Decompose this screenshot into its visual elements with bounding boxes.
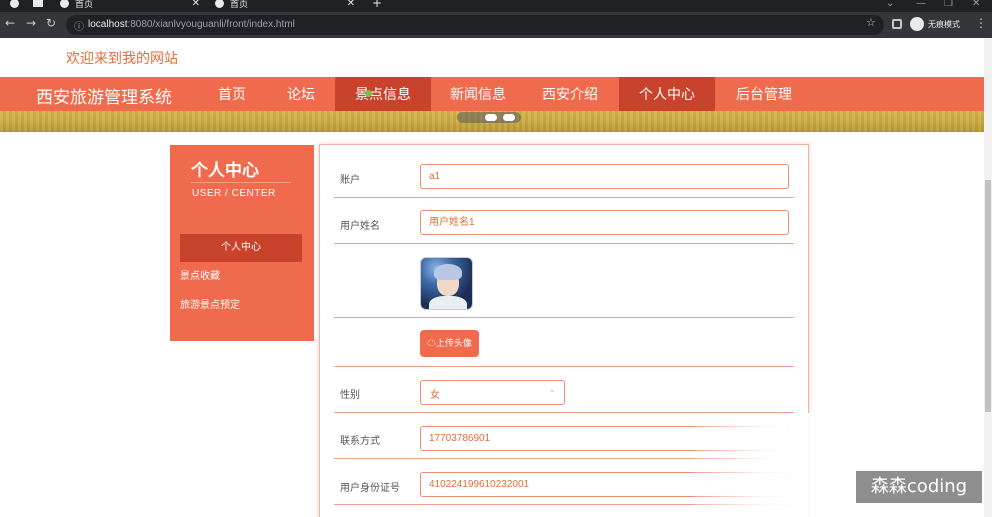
nav-attractions[interactable]: 景点信息 (335, 77, 431, 111)
main-nav: 西安旅游管理系统 首页 论坛 景点信息 新闻信息 西安介绍 个人中心 后台管理 (0, 77, 984, 111)
forward-icon[interactable]: → (26, 16, 36, 30)
info-icon[interactable]: ⓘ (74, 18, 84, 33)
address-bar: ← → ↻ ⓘ localhost:8080/xianlvyouguanli/f… (0, 12, 992, 38)
site-brand[interactable]: 西安旅游管理系统 (36, 83, 172, 108)
incognito-icon (910, 17, 924, 31)
tab-title: 首页 (75, 0, 94, 10)
page-icon (33, 0, 43, 7)
maximize-icon[interactable]: ❐ (944, 0, 953, 9)
scrollbar-thumb[interactable] (985, 180, 991, 412)
chevron-down-icon[interactable]: ⌄ (886, 0, 894, 9)
gender-label: 性别 (340, 390, 360, 401)
sidebar-item-booking[interactable]: 旅游景点预定 (170, 292, 292, 320)
account-input[interactable]: a1 (420, 164, 789, 189)
sidebar-item-personal-center[interactable]: 个人中心 (180, 234, 302, 262)
avatar-image (420, 257, 473, 310)
close-tab-icon[interactable]: ✕ (192, 0, 200, 9)
browser-tab[interactable]: 首页 ✕ (60, 0, 200, 12)
user-center-sidebar: 个人中心 USER / CENTER 个人中心 景点收藏 旅游景点预定 (170, 145, 314, 341)
gender-value: 女 (430, 390, 440, 401)
account-label: 账户 (340, 175, 360, 186)
reload-icon[interactable]: ↻ (46, 16, 56, 30)
minimize-icon[interactable]: — (916, 0, 926, 9)
bookmark-star-icon[interactable]: ☆ (866, 16, 876, 29)
sidebar-divider (191, 182, 291, 183)
welcome-text: 欢迎来到我的网站 (66, 50, 178, 66)
nav-admin[interactable]: 后台管理 (726, 77, 802, 111)
row-divider (334, 197, 794, 198)
row-divider (334, 317, 794, 318)
nav-xian-intro[interactable]: 西安介绍 (532, 77, 608, 111)
browser-tab[interactable] (33, 0, 43, 12)
globe-icon (60, 0, 69, 8)
incognito-label: 无痕模式 (928, 19, 960, 29)
side-panel-icon[interactable] (892, 19, 902, 29)
sidebar-item-favorites[interactable]: 景点收藏 (170, 263, 292, 291)
url-text: localhost:8080/xianlvyouguanli/front/ind… (88, 19, 295, 30)
browser-tab-active[interactable]: 首页 ✕ (215, 0, 355, 12)
plus-icon: + (372, 0, 383, 10)
globe-icon (215, 0, 224, 8)
close-tab-icon[interactable]: ✕ (347, 0, 355, 9)
nav-forum[interactable]: 论坛 (277, 77, 325, 111)
name-label: 用户姓名 (340, 221, 380, 232)
browser-tab[interactable] (10, 0, 25, 12)
new-tab-button[interactable]: + (372, 0, 382, 12)
close-window-icon[interactable]: ✕ (972, 0, 980, 9)
back-icon[interactable]: ← (5, 16, 15, 30)
sidebar-title: 个人中心 (191, 161, 259, 180)
idcard-label: 用户身份证号 (340, 483, 400, 494)
browser-tab-strip: 首页 ✕ 首页 ✕ + ⌄ — ❐ ✕ (0, 0, 992, 12)
chevron-down-icon: ⌄ (548, 385, 556, 395)
row-divider (334, 243, 794, 244)
carousel-dot[interactable] (485, 114, 497, 121)
avatar-body (429, 296, 467, 309)
avatar-hair (434, 264, 462, 280)
nav-home[interactable]: 首页 (208, 77, 256, 111)
mouse-cursor-indicator (365, 90, 372, 97)
cloud-upload-icon: ☁ (426, 338, 436, 348)
nav-news[interactable]: 新闻信息 (440, 77, 516, 111)
page-scrollbar[interactable] (984, 38, 992, 517)
upload-label: 上传头像 (436, 338, 473, 348)
url-field[interactable]: ⓘ localhost:8080/xianlvyouguanli/front/i… (66, 15, 884, 35)
upload-avatar-button[interactable]: ☁上传头像 (420, 330, 479, 357)
phone-label: 联系方式 (340, 436, 380, 447)
incognito-indicator[interactable]: 无痕模式 (910, 17, 960, 31)
tab-title: 首页 (230, 0, 249, 10)
row-divider (334, 366, 794, 367)
page: 欢迎来到我的网站 西安旅游管理系统 首页 论坛 景点信息 新闻信息 西安介绍 个… (0, 38, 992, 517)
carousel-dot[interactable] (503, 114, 515, 121)
more-menu-icon[interactable]: ⋮ (975, 16, 987, 30)
banner-carousel (0, 111, 984, 132)
gender-select[interactable]: 女 ⌄ (420, 380, 565, 405)
name-input[interactable]: 用户姓名1 (420, 210, 789, 235)
carousel-indicators (457, 112, 521, 123)
chrome-icon (10, 0, 19, 8)
sidebar-subtitle: USER / CENTER (192, 188, 276, 199)
watermark: 森森coding (856, 471, 982, 503)
nav-personal-center[interactable]: 个人中心 (619, 77, 715, 111)
